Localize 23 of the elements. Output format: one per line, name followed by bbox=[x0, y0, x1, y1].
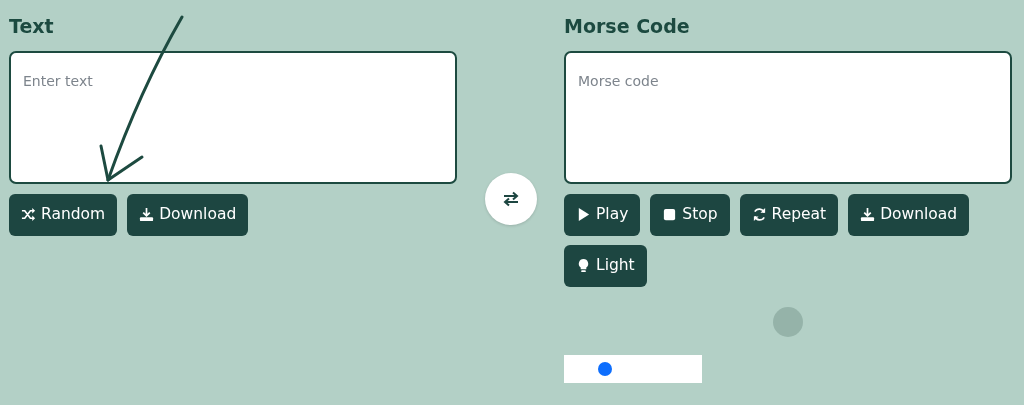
light-button[interactable]: Light bbox=[564, 244, 647, 287]
download-icon bbox=[139, 207, 155, 223]
text-input[interactable]: Enter text bbox=[9, 50, 457, 184]
slider[interactable] bbox=[564, 355, 702, 383]
swap-button[interactable] bbox=[484, 173, 537, 225]
section-title: Morse Code bbox=[564, 14, 691, 39]
repeat-icon bbox=[751, 207, 767, 223]
lightbulb-icon bbox=[576, 258, 591, 274]
download-button[interactable]: Download bbox=[127, 193, 249, 236]
swap-icon bbox=[501, 191, 520, 207]
download-button[interactable]: Download bbox=[848, 193, 970, 236]
repeat-button[interactable]: Repeat bbox=[739, 193, 839, 236]
download-icon bbox=[860, 207, 876, 223]
stop-button[interactable]: Stop bbox=[650, 193, 730, 236]
slider-thumb[interactable] bbox=[598, 362, 613, 376]
shuffle-button[interactable]: Random bbox=[9, 193, 118, 236]
indicator-dot bbox=[773, 307, 803, 337]
play-icon bbox=[576, 207, 591, 223]
shuffle-icon bbox=[21, 207, 36, 223]
stop-icon bbox=[662, 207, 678, 223]
play-button[interactable]: Play bbox=[564, 193, 641, 236]
section-title: Text bbox=[9, 14, 55, 39]
morse-input[interactable]: Morse code bbox=[564, 50, 1012, 184]
